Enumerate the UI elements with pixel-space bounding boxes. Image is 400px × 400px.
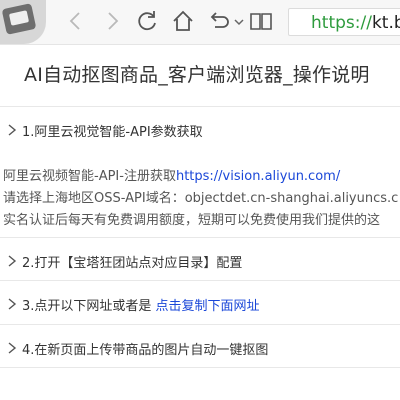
section-4-header[interactable]: 4.在新页面上传带商品的图片自动一键抠图 [0,324,400,372]
back-icon[interactable] [63,8,89,34]
section-3-header[interactable]: 3.点开以下网址或者是 点击复制下面网址 [0,280,400,328]
url-scheme: https:// [311,13,372,33]
expanded-line-1-text: 阿里云视频智能-API-注册获取 [3,169,176,184]
chevron-right-icon [8,342,17,354]
profile-avatar[interactable] [0,0,46,44]
forward-icon[interactable] [99,8,125,34]
expanded-line-2: 请选择上海地区OSS-API域名：objectdet.cn-shanghai.a… [3,191,399,206]
section-2-header[interactable]: 2.打开【宝塔狂团站点对应目录】配置 [0,237,400,285]
expanded-line-1: 阿里云视频智能-API-注册获取https://vision.aliyun.co… [3,165,340,184]
divider [0,367,400,368]
undo-dropdown-icon[interactable] [226,8,244,34]
section-3-label: 3.点开以下网址或者是 点击复制下面网址 [22,295,260,314]
section-1-content: 阿里云视频智能-API-注册获取https://vision.aliyun.co… [0,160,400,242]
page-title: AI自动抠图商品_客户端浏览器_操作说明 [24,64,370,86]
section-3-text: 3.点开以下网址或者是 [22,299,156,314]
refresh-icon[interactable] [135,8,161,34]
browser-toolbar: https://kt.bau [0,0,400,45]
address-bar[interactable]: https://kt.bau [288,8,400,36]
section-2-label: 2.打开【宝塔狂团站点对应目录】配置 [22,256,243,271]
reader-mode-icon[interactable] [248,8,274,34]
section-1-label: 1.阿里云视觉智能-API参数获取 [22,125,203,140]
chevron-right-icon [8,255,17,267]
chevron-right-icon [8,124,17,136]
expanded-line-3: 实名认证后每天有免费调用额度，短期可以免费使用我们提供的这 [3,213,381,228]
home-icon[interactable] [170,8,196,34]
aliyun-vision-link[interactable]: https://vision.aliyun.com/ [176,169,340,184]
copy-url-link[interactable]: 点击复制下面网址 [156,299,260,314]
chevron-right-icon [8,298,17,310]
url-host: kt.bau [371,13,400,33]
section-1-header[interactable]: 1.阿里云视觉智能-API参数获取 [0,106,400,154]
section-4-label: 4.在新页面上传带商品的图片自动一键抠图 [22,343,269,358]
